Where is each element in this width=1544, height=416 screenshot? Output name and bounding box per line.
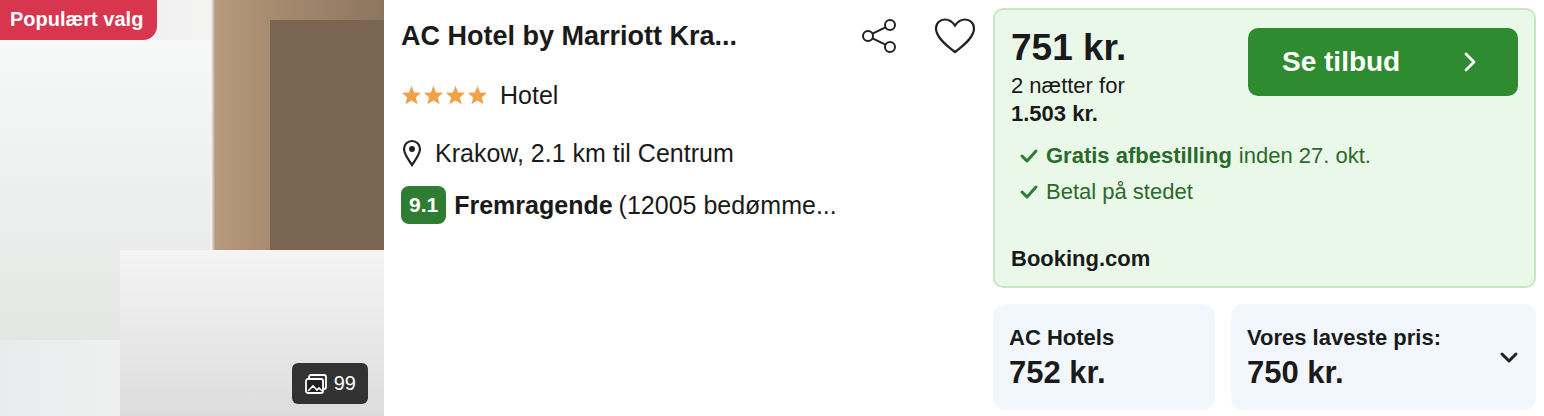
hotel-class: Hotel — [401, 72, 977, 118]
share-icon[interactable] — [859, 18, 899, 54]
offer-feature: Gratis afbestillinginden 27. okt. — [1019, 143, 1518, 169]
alternative-offer[interactable]: Vores laveste pris: 750 kr. — [1231, 304, 1536, 410]
star-icon — [423, 85, 444, 105]
main-offer[interactable]: 751 kr. 2 nætter for 1.503 kr. Se tilbud… — [993, 8, 1536, 288]
see-offer-button[interactable]: Se tilbud — [1248, 28, 1518, 96]
alternative-offer[interactable]: AC Hotels 752 kr. — [993, 304, 1215, 410]
offer-feature: Betal på stedet — [1019, 179, 1518, 205]
hotel-photo[interactable]: Populært valg 99 — [0, 0, 384, 416]
chevron-down-icon[interactable] — [1498, 350, 1520, 366]
chevron-right-icon — [1462, 50, 1478, 74]
star-icon — [445, 85, 466, 105]
popular-badge: Populært valg — [0, 0, 157, 40]
offer-total: 1.503 kr. — [1011, 101, 1126, 127]
hotel-title[interactable]: AC Hotel by Marriott Kra... — [401, 21, 737, 52]
check-icon — [1019, 183, 1039, 201]
star-icon — [401, 85, 422, 105]
hotel-info: AC Hotel by Marriott Kra... Hotel Krakow… — [384, 0, 993, 416]
heart-icon[interactable] — [933, 17, 977, 55]
hotel-rating[interactable]: 9.1 Fremragende (12005 bedømme... — [401, 186, 977, 224]
star-icon — [467, 85, 488, 105]
offers: 751 kr. 2 nætter for 1.503 kr. Se tilbud… — [993, 0, 1544, 416]
gallery-icon — [304, 373, 328, 395]
hotel-location: Krakow, 2.1 km til Centrum — [401, 130, 977, 176]
hotel-card: Populært valg 99 AC Hotel by Marriott Kr… — [0, 0, 1544, 416]
offer-price: 751 kr. — [1011, 28, 1126, 69]
offer-provider: Booking.com — [1011, 246, 1518, 272]
photo-count[interactable]: 99 — [292, 363, 368, 404]
rating-score: 9.1 — [401, 186, 446, 224]
check-icon — [1019, 147, 1039, 165]
location-pin-icon — [401, 139, 423, 167]
